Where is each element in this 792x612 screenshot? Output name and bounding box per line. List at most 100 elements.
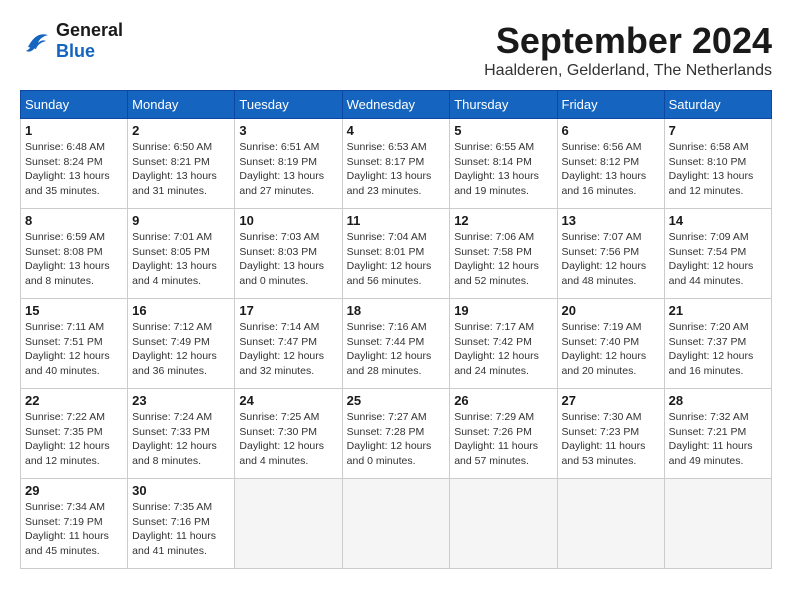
day-info: Sunrise: 7:25 AM Sunset: 7:30 PM Dayligh… xyxy=(239,410,337,469)
day-number: 24 xyxy=(239,393,337,408)
day-info: Sunrise: 7:34 AM Sunset: 7:19 PM Dayligh… xyxy=(25,500,123,559)
calendar-cell: 9Sunrise: 7:01 AM Sunset: 8:05 PM Daylig… xyxy=(128,209,235,299)
calendar-cell xyxy=(450,479,557,569)
day-info: Sunrise: 7:11 AM Sunset: 7:51 PM Dayligh… xyxy=(25,320,123,379)
calendar-cell: 15 Sunrise: 7:11 AM Sunset: 7:51 PM Dayli… xyxy=(21,299,128,389)
calendar-cell: 21 Sunrise: 7:20 AM Sunset: 7:37 PM Dayli… xyxy=(664,299,771,389)
day-number: 10 xyxy=(239,213,337,228)
weekday-header-tuesday: Tuesday xyxy=(235,91,342,119)
calendar-cell: 29 Sunrise: 7:34 AM Sunset: 7:19 PM Dayli… xyxy=(21,479,128,569)
calendar-cell: 1 Sunrise: 6:48 AM Sunset: 8:24 PM Daylig… xyxy=(21,119,128,209)
weekday-header-wednesday: Wednesday xyxy=(342,91,450,119)
calendar-cell: 27 Sunrise: 7:30 AM Sunset: 7:23 PM Dayli… xyxy=(557,389,664,479)
day-number: 8 xyxy=(25,213,123,228)
day-info: Sunrise: 6:59 AM Sunset: 8:08 PM Dayligh… xyxy=(25,230,123,289)
day-number: 26 xyxy=(454,393,552,408)
calendar-cell: 6 Sunrise: 6:56 AM Sunset: 8:12 PM Daylig… xyxy=(557,119,664,209)
day-number: 12 xyxy=(454,213,552,228)
calendar-cell: 18 Sunrise: 7:16 AM Sunset: 7:44 PM Dayli… xyxy=(342,299,450,389)
day-info: Sunrise: 6:51 AM Sunset: 8:19 PM Dayligh… xyxy=(239,140,337,199)
day-number: 13 xyxy=(562,213,660,228)
day-number: 11 xyxy=(347,213,446,228)
day-info: Sunrise: 7:04 AM Sunset: 8:01 PM Dayligh… xyxy=(347,230,446,289)
day-number: 28 xyxy=(669,393,767,408)
day-number: 29 xyxy=(25,483,123,498)
weekday-header-thursday: Thursday xyxy=(450,91,557,119)
day-number: 27 xyxy=(562,393,660,408)
calendar-cell: 4 Sunrise: 6:53 AM Sunset: 8:17 PM Daylig… xyxy=(342,119,450,209)
day-info: Sunrise: 7:19 AM Sunset: 7:40 PM Dayligh… xyxy=(562,320,660,379)
day-info: Sunrise: 7:16 AM Sunset: 7:44 PM Dayligh… xyxy=(347,320,446,379)
day-number: 25 xyxy=(347,393,446,408)
day-info: Sunrise: 7:03 AM Sunset: 8:03 PM Dayligh… xyxy=(239,230,337,289)
calendar-cell xyxy=(557,479,664,569)
day-number: 4 xyxy=(347,123,446,138)
day-info: Sunrise: 6:48 AM Sunset: 8:24 PM Dayligh… xyxy=(25,140,123,199)
day-number: 30 xyxy=(132,483,230,498)
day-number: 19 xyxy=(454,303,552,318)
weekday-header-sunday: Sunday xyxy=(21,91,128,119)
calendar-cell: 30 Sunrise: 7:35 AM Sunset: 7:16 PM Dayli… xyxy=(128,479,235,569)
day-info: Sunrise: 6:53 AM Sunset: 8:17 PM Dayligh… xyxy=(347,140,446,199)
calendar-cell: 28 Sunrise: 7:32 AM Sunset: 7:21 PM Dayli… xyxy=(664,389,771,479)
day-info: Sunrise: 7:01 AM Sunset: 8:05 PM Dayligh… xyxy=(132,230,230,289)
day-info: Sunrise: 6:56 AM Sunset: 8:12 PM Dayligh… xyxy=(562,140,660,199)
calendar-cell: 19Sunrise: 7:17 AM Sunset: 7:42 PM Dayli… xyxy=(450,299,557,389)
calendar-cell: 3 Sunrise: 6:51 AM Sunset: 8:19 PM Daylig… xyxy=(235,119,342,209)
day-number: 23 xyxy=(132,393,230,408)
day-number: 3 xyxy=(239,123,337,138)
calendar-cell: 23 Sunrise: 7:24 AM Sunset: 7:33 PM Dayli… xyxy=(128,389,235,479)
day-info: Sunrise: 7:24 AM Sunset: 7:33 PM Dayligh… xyxy=(132,410,230,469)
day-number: 16 xyxy=(132,303,230,318)
calendar-cell xyxy=(342,479,450,569)
calendar-cell: 22 Sunrise: 7:22 AM Sunset: 7:35 PM Dayli… xyxy=(21,389,128,479)
calendar-cell: 7 Sunrise: 6:58 AM Sunset: 8:10 PM Daylig… xyxy=(664,119,771,209)
day-info: Sunrise: 7:30 AM Sunset: 7:23 PM Dayligh… xyxy=(562,410,660,469)
day-info: Sunrise: 7:32 AM Sunset: 7:21 PM Dayligh… xyxy=(669,410,767,469)
day-number: 14 xyxy=(669,213,767,228)
day-number: 15 xyxy=(25,303,123,318)
day-info: Sunrise: 7:35 AM Sunset: 7:16 PM Dayligh… xyxy=(132,500,230,559)
day-info: Sunrise: 7:07 AM Sunset: 7:56 PM Dayligh… xyxy=(562,230,660,289)
logo-text: General Blue xyxy=(56,20,123,62)
day-info: Sunrise: 6:58 AM Sunset: 8:10 PM Dayligh… xyxy=(669,140,767,199)
day-number: 20 xyxy=(562,303,660,318)
calendar-cell: 5 Sunrise: 6:55 AM Sunset: 8:14 PM Daylig… xyxy=(450,119,557,209)
day-info: Sunrise: 7:22 AM Sunset: 7:35 PM Dayligh… xyxy=(25,410,123,469)
day-info: Sunrise: 7:12 AM Sunset: 7:49 PM Dayligh… xyxy=(132,320,230,379)
day-info: Sunrise: 7:06 AM Sunset: 7:58 PM Dayligh… xyxy=(454,230,552,289)
calendar-cell: 10 Sunrise: 7:03 AM Sunset: 8:03 PM Dayli… xyxy=(235,209,342,299)
calendar-cell xyxy=(664,479,771,569)
logo-icon xyxy=(20,27,52,55)
location-title: Haalderen, Gelderland, The Netherlands xyxy=(484,62,772,80)
calendar-cell: 20 Sunrise: 7:19 AM Sunset: 7:40 PM Dayli… xyxy=(557,299,664,389)
calendar-table: SundayMondayTuesdayWednesdayThursdayFrid… xyxy=(20,90,772,569)
calendar-cell: 14Sunrise: 7:09 AM Sunset: 7:54 PM Dayli… xyxy=(664,209,771,299)
day-number: 21 xyxy=(669,303,767,318)
day-info: Sunrise: 6:50 AM Sunset: 8:21 PM Dayligh… xyxy=(132,140,230,199)
month-title: September 2024 xyxy=(484,20,772,62)
calendar-cell: 26 Sunrise: 7:29 AM Sunset: 7:26 PM Dayli… xyxy=(450,389,557,479)
day-info: Sunrise: 7:29 AM Sunset: 7:26 PM Dayligh… xyxy=(454,410,552,469)
calendar-cell: 8 Sunrise: 6:59 AM Sunset: 8:08 PM Daylig… xyxy=(21,209,128,299)
weekday-header-monday: Monday xyxy=(128,91,235,119)
header: General Blue September 2024 Haalderen, G… xyxy=(20,20,772,80)
day-info: Sunrise: 7:20 AM Sunset: 7:37 PM Dayligh… xyxy=(669,320,767,379)
weekday-header-saturday: Saturday xyxy=(664,91,771,119)
day-number: 2 xyxy=(132,123,230,138)
day-number: 18 xyxy=(347,303,446,318)
day-number: 7 xyxy=(669,123,767,138)
logo: General Blue xyxy=(20,20,123,62)
day-number: 1 xyxy=(25,123,123,138)
calendar-cell: 12 Sunrise: 7:06 AM Sunset: 7:58 PM Dayli… xyxy=(450,209,557,299)
day-number: 17 xyxy=(239,303,337,318)
calendar-cell: 25Sunrise: 7:27 AM Sunset: 7:28 PM Dayli… xyxy=(342,389,450,479)
calendar-cell: 11 Sunrise: 7:04 AM Sunset: 8:01 PM Dayli… xyxy=(342,209,450,299)
day-number: 22 xyxy=(25,393,123,408)
day-info: Sunrise: 6:55 AM Sunset: 8:14 PM Dayligh… xyxy=(454,140,552,199)
calendar-cell: 16 Sunrise: 7:12 AM Sunset: 7:49 PM Dayli… xyxy=(128,299,235,389)
day-number: 6 xyxy=(562,123,660,138)
calendar-cell: 24 Sunrise: 7:25 AM Sunset: 7:30 PM Dayli… xyxy=(235,389,342,479)
weekday-header-friday: Friday xyxy=(557,91,664,119)
day-number: 5 xyxy=(454,123,552,138)
